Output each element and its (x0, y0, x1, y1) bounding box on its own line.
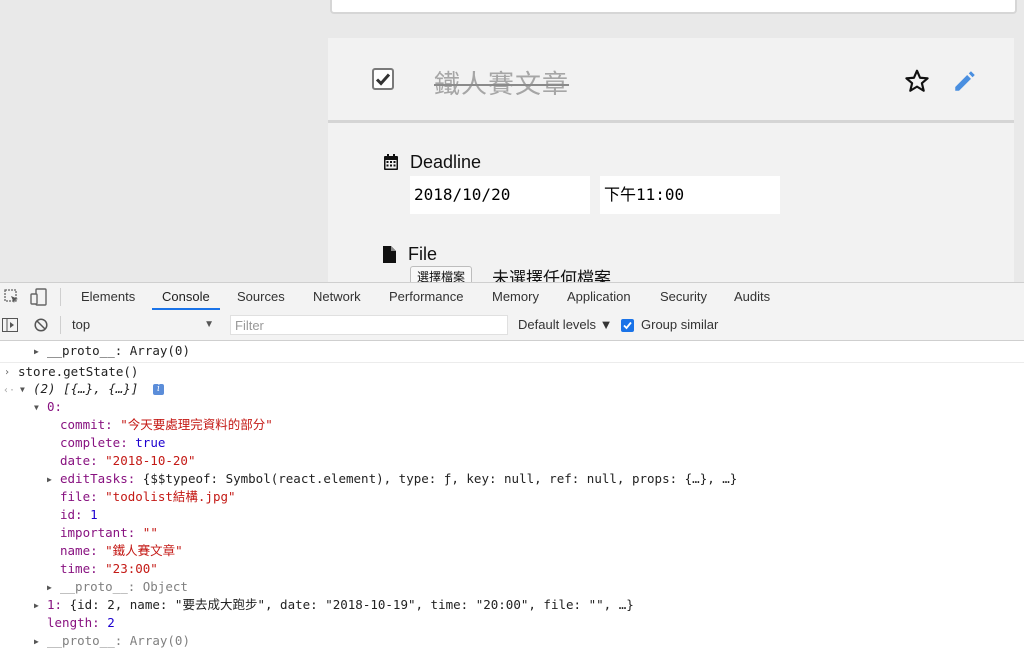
commit-row: commit: "今天要處理完資料的部分" (60, 416, 273, 434)
item-1-value: {id: 2, name: "要去成大跑步", date: "2018-10-1… (69, 597, 634, 612)
date-value: "2018-10-20" (105, 453, 196, 468)
log-levels-dropdown[interactable]: Default levels ▼ (518, 314, 613, 336)
edit-tasks-value: {$$typeof: Symbol(react.element), type: … (142, 471, 738, 486)
sidebar-toggle-icon[interactable] (2, 318, 18, 332)
inspect-element-icon[interactable] (4, 289, 20, 305)
expand-triangle-icon[interactable]: ▶ (47, 579, 52, 597)
deadline-date-input[interactable]: 2018/10/20 (410, 176, 590, 214)
tab-elements[interactable]: Elements (81, 283, 135, 310)
tab-performance[interactable]: Performance (389, 283, 463, 310)
context-value: top (72, 317, 91, 332)
item-0-label[interactable]: 0: (47, 398, 62, 416)
task-card: 鐵人賽文章 Deadline 2018/10/20 下午11:00 File 選… (328, 38, 1014, 282)
file-key: file: (60, 489, 106, 504)
proto-array-row[interactable]: __proto__: Array(0) (47, 632, 190, 650)
date-key: date: (60, 453, 106, 468)
file-icon (383, 246, 396, 263)
edit-tasks-row[interactable]: editTasks: {$$typeof: Symbol(react.eleme… (60, 470, 737, 488)
length-row: length: 2 (47, 614, 115, 632)
expand-triangle-icon[interactable]: ▶ (34, 633, 39, 651)
commit-value: "今天要處理完資料的部分" (120, 417, 273, 432)
previous-task-card (330, 0, 1017, 14)
prompt-chevron-icon: › (4, 367, 11, 378)
collapse-triangle-icon[interactable]: ▼ (20, 381, 25, 399)
proto-text: __proto__: Array(0) (47, 343, 190, 358)
important-key: important: (60, 525, 143, 540)
time-row: time: "23:00" (60, 560, 158, 578)
id-value: 1 (90, 507, 98, 522)
tab-security[interactable]: Security (660, 283, 707, 310)
tab-network[interactable]: Network (313, 283, 361, 310)
toolbar-separator (60, 316, 61, 334)
divider (0, 362, 1024, 363)
dropdown-arrow-icon: ▼ (204, 319, 214, 330)
commit-key: commit: (60, 417, 121, 432)
group-similar-checkbox[interactable] (621, 319, 634, 332)
task-complete-checkbox[interactable] (372, 68, 394, 90)
proto-object-row[interactable]: __proto__: Object (60, 578, 188, 596)
time-value: "23:00" (105, 561, 158, 576)
tab-separator (60, 288, 61, 306)
id-row: id: 1 (60, 506, 98, 524)
complete-value: true (135, 435, 166, 450)
no-file-text: 未選擇任何檔案 (492, 269, 611, 282)
calendar-icon (384, 154, 398, 170)
id-key: id: (60, 507, 91, 522)
devtools-panel: Elements Console Sources Network Perform… (0, 282, 1024, 655)
name-value: "鐵人賽文章" (105, 543, 183, 558)
group-similar-label: Group similar (641, 317, 719, 332)
file-value: "todolist結構.jpg" (105, 489, 236, 504)
edit-tasks-key: editTasks: (60, 471, 143, 486)
name-row: name: "鐵人賽文章" (60, 542, 183, 560)
item-1-key: 1: (47, 597, 70, 612)
choose-file-button[interactable]: 選擇檔案 (410, 266, 473, 282)
file-row: file: "todolist結構.jpg" (60, 488, 236, 506)
expand-triangle-icon[interactable]: ▶ (34, 597, 39, 615)
device-toolbar-icon[interactable] (30, 288, 48, 306)
clear-console-icon[interactable] (34, 318, 48, 332)
name-key: name: (60, 543, 106, 558)
deadline-label: Deadline (410, 152, 482, 172)
date-row: date: "2018-10-20" (60, 452, 195, 470)
expand-triangle-icon[interactable]: ▶ (47, 471, 52, 489)
checkmark-icon (623, 321, 632, 330)
app-viewport: 鐵人賽文章 Deadline 2018/10/20 下午11:00 File 選… (0, 0, 1024, 282)
info-icon[interactable]: i (153, 384, 164, 395)
deadline-time-input[interactable]: 下午11:00 (600, 176, 780, 214)
result-arrow-icon: ‹· (3, 385, 16, 396)
time-key: time: (60, 561, 106, 576)
length-value: 2 (107, 615, 115, 630)
console-output: ▶ __proto__: Array(0) › store.getState()… (0, 341, 1024, 655)
tab-memory[interactable]: Memory (492, 283, 539, 310)
tab-audits[interactable]: Audits (734, 283, 770, 310)
star-icon[interactable] (904, 68, 930, 94)
pencil-edit-icon[interactable] (952, 68, 978, 94)
console-command: store.getState() (18, 364, 139, 379)
task-title: 鐵人賽文章 (434, 70, 570, 100)
task-header: 鐵人賽文章 (328, 38, 1014, 123)
file-label: File (408, 244, 438, 264)
console-toolbar: top ▼ Filter Default levels ▼ Group simi… (0, 310, 1024, 341)
collapse-triangle-icon[interactable]: ▼ (34, 399, 39, 417)
item-1-row[interactable]: 1: {id: 2, name: "要去成大跑步", date: "2018-1… (47, 596, 634, 614)
tab-console[interactable]: Console (152, 283, 220, 310)
devtools-tabbar: Elements Console Sources Network Perform… (0, 282, 1024, 311)
complete-key: complete: (60, 435, 136, 450)
checkmark-icon (375, 73, 391, 86)
filter-input[interactable]: Filter (230, 315, 508, 335)
console-line: __proto__: Array(0) (47, 342, 190, 360)
result-summary[interactable]: (2) [{…}, {…}] (33, 380, 138, 398)
important-value: "" (142, 525, 158, 540)
tab-application[interactable]: Application (567, 283, 631, 310)
expand-triangle-icon[interactable]: ▶ (34, 343, 39, 361)
tab-sources[interactable]: Sources (237, 283, 285, 310)
important-row: important: "" (60, 524, 158, 542)
complete-row: complete: true (60, 434, 165, 452)
length-key: length: (47, 615, 108, 630)
context-select[interactable]: top ▼ (66, 314, 220, 336)
